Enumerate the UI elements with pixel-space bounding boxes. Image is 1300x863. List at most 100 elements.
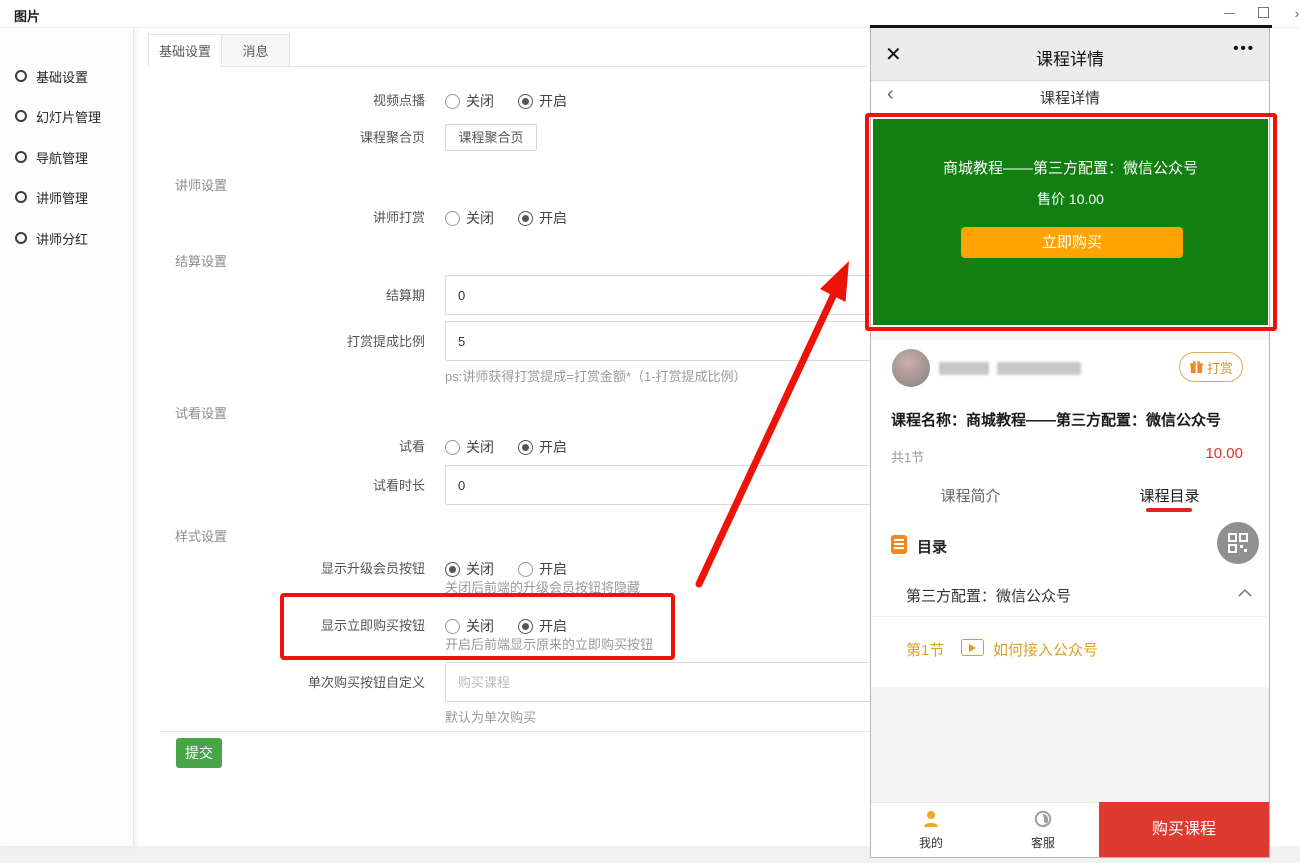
radio-group-lecturer-reward: 关闭 开启 [445, 208, 585, 228]
circle-icon [15, 191, 27, 203]
radio-trial-off[interactable] [445, 440, 460, 455]
headset-icon [1033, 809, 1053, 829]
radio-label-on[interactable]: 开启 [539, 437, 567, 457]
reward-button-label: 打赏 [1207, 358, 1233, 377]
mobile-preview-panel: ✕ 课程详情 ••• ‹ 课程详情 商城教程——第三方配置：微信公众号 售价 1… [870, 25, 1270, 858]
chapter-row[interactable]: 第三方配置：微信公众号 [871, 573, 1269, 617]
sidebar-item-lecturer-dividend[interactable]: 讲师分红 [0, 224, 134, 252]
course-navbar: ‹ 课程详情 [871, 81, 1269, 111]
banner-course-title: 商城教程——第三方配置：微信公众号 [873, 157, 1268, 178]
field-label-reward-ratio: 打赏提成比例 [135, 333, 425, 351]
radio-show-buy-off[interactable] [445, 619, 460, 634]
show-upgrade-help: 关闭后前端的升级会员按钮将隐藏 [445, 577, 640, 596]
tabbar-item-service[interactable]: 客服 [1013, 809, 1073, 851]
single-buy-custom-help: 默认为单次购买 [445, 707, 536, 726]
section-title-lecturer: 讲师设置 [175, 175, 227, 194]
course-detail-tabs: 课程简介 课程目录 [871, 477, 1269, 517]
document-icon [891, 535, 907, 554]
blurred-username [939, 362, 989, 375]
chevron-right-icon[interactable]: › [1284, 2, 1300, 24]
wechat-titlebar: ✕ 课程详情 ••• [871, 28, 1269, 81]
radio-label-off[interactable]: 关闭 [466, 91, 494, 111]
maximize-button[interactable] [1250, 2, 1276, 24]
lesson-index: 第1节 [906, 639, 944, 660]
radio-label-off[interactable]: 关闭 [466, 616, 494, 636]
radio-trial-on[interactable] [518, 440, 533, 455]
radio-group-show-buy: 关闭 开启 [445, 616, 585, 636]
field-label-aggregate-page: 课程聚合页 [135, 129, 425, 147]
radio-label-on[interactable]: 开启 [539, 208, 567, 228]
reward-button[interactable]: 打赏 [1179, 352, 1243, 382]
radio-show-buy-on[interactable] [518, 619, 533, 634]
radio-label-on[interactable]: 开启 [539, 616, 567, 636]
radio-show-upgrade-on[interactable] [518, 562, 533, 577]
radio-label-on[interactable]: 开启 [539, 91, 567, 111]
field-label-show-buy: 显示立即购买按钮 [135, 617, 425, 635]
catalog-title: 目录 [917, 536, 947, 557]
course-name: 课程名称：商城教程——第三方配置：微信公众号 [891, 409, 1261, 430]
settle-period-input[interactable] [445, 275, 900, 315]
field-label-lecturer-reward: 讲师打赏 [135, 209, 425, 227]
tab-basic-settings[interactable]: 基础设置 [148, 34, 222, 67]
tab-course-catalog[interactable]: 课程目录 [1070, 485, 1269, 506]
section-title-settlement: 结算设置 [175, 251, 227, 270]
single-buy-custom-input[interactable] [445, 662, 900, 702]
sidebar-item-slides[interactable]: 幻灯片管理 [0, 102, 134, 130]
course-price: 10.00 [1205, 445, 1243, 462]
sidebar-item-basic-settings[interactable]: 基础设置 [0, 62, 134, 90]
section-title-trial: 试看设置 [175, 403, 227, 422]
tab-messages[interactable]: 消息 [222, 34, 290, 67]
person-icon [921, 809, 941, 829]
sidebar: 基础设置 幻灯片管理 导航管理 讲师管理 讲师分红 [0, 28, 134, 846]
radio-group-show-upgrade: 关闭 开启 [445, 559, 585, 579]
tab-course-intro[interactable]: 课程简介 [871, 485, 1070, 506]
tabbar-item-mine[interactable]: 我的 [901, 809, 961, 851]
avatar [892, 349, 930, 387]
more-icon[interactable]: ••• [1233, 40, 1255, 57]
radio-lecturer-reward-on[interactable] [518, 211, 533, 226]
aggregate-page-button[interactable]: 课程聚合页 [445, 124, 537, 151]
tabbar-label-mine: 我的 [901, 834, 961, 851]
form-divider [160, 731, 900, 732]
buy-now-button[interactable]: 立即购买 [961, 227, 1183, 258]
circle-icon [15, 70, 27, 82]
radio-video-vod-on[interactable] [518, 94, 533, 109]
radio-label-off[interactable]: 关闭 [466, 559, 494, 579]
lecturer-card: 打赏 [871, 340, 1269, 397]
active-tab-underline [1146, 508, 1192, 512]
field-label-single-buy-custom: 单次购买按钮自定义 [135, 674, 425, 692]
show-buy-help: 开启后前端显示原来的立即购买按钮 [445, 634, 653, 653]
reward-ratio-input[interactable] [445, 321, 900, 361]
circle-icon [15, 151, 27, 163]
circle-icon [15, 110, 27, 122]
chapter-title: 第三方配置：微信公众号 [906, 585, 1071, 606]
radio-video-vod-off[interactable] [445, 94, 460, 109]
blurred-username [997, 362, 1081, 375]
radio-show-upgrade-off[interactable] [445, 562, 460, 577]
gift-icon [1189, 360, 1204, 375]
lesson-title: 如何接入公众号 [993, 639, 1098, 660]
sidebar-item-lecturer[interactable]: 讲师管理 [0, 183, 134, 211]
buy-course-button[interactable]: 购买课程 [1099, 802, 1269, 857]
phone-bottom-bar: 我的 客服 购买课程 [871, 802, 1269, 856]
sidebar-item-navigation[interactable]: 导航管理 [0, 143, 134, 171]
section-title-style: 样式设置 [175, 526, 227, 545]
submit-button[interactable]: 提交 [176, 738, 222, 768]
reward-ratio-help: ps:讲师获得打赏提成=打赏金额*（1-打赏提成比例） [445, 366, 747, 385]
trial-duration-input[interactable] [445, 465, 900, 505]
field-label-settle-period: 结算期 [135, 287, 425, 305]
navbar-title: 课程详情 [871, 87, 1269, 108]
radio-label-off[interactable]: 关闭 [466, 208, 494, 228]
chevron-up-icon[interactable] [1237, 588, 1253, 598]
radio-label-off[interactable]: 关闭 [466, 437, 494, 457]
minimize-button[interactable] [1216, 2, 1242, 24]
lesson-count: 共1节 [891, 447, 924, 466]
qr-code-icon [1228, 533, 1248, 553]
tabbar-label-service: 客服 [1013, 834, 1073, 851]
section-gap [871, 327, 1269, 340]
radio-lecturer-reward-off[interactable] [445, 211, 460, 226]
qr-code-button[interactable] [1217, 522, 1259, 564]
field-label-trial: 试看 [135, 438, 425, 456]
radio-label-on[interactable]: 开启 [539, 559, 567, 579]
lesson-row[interactable]: 第1节 如何接入公众号 [871, 625, 1269, 675]
